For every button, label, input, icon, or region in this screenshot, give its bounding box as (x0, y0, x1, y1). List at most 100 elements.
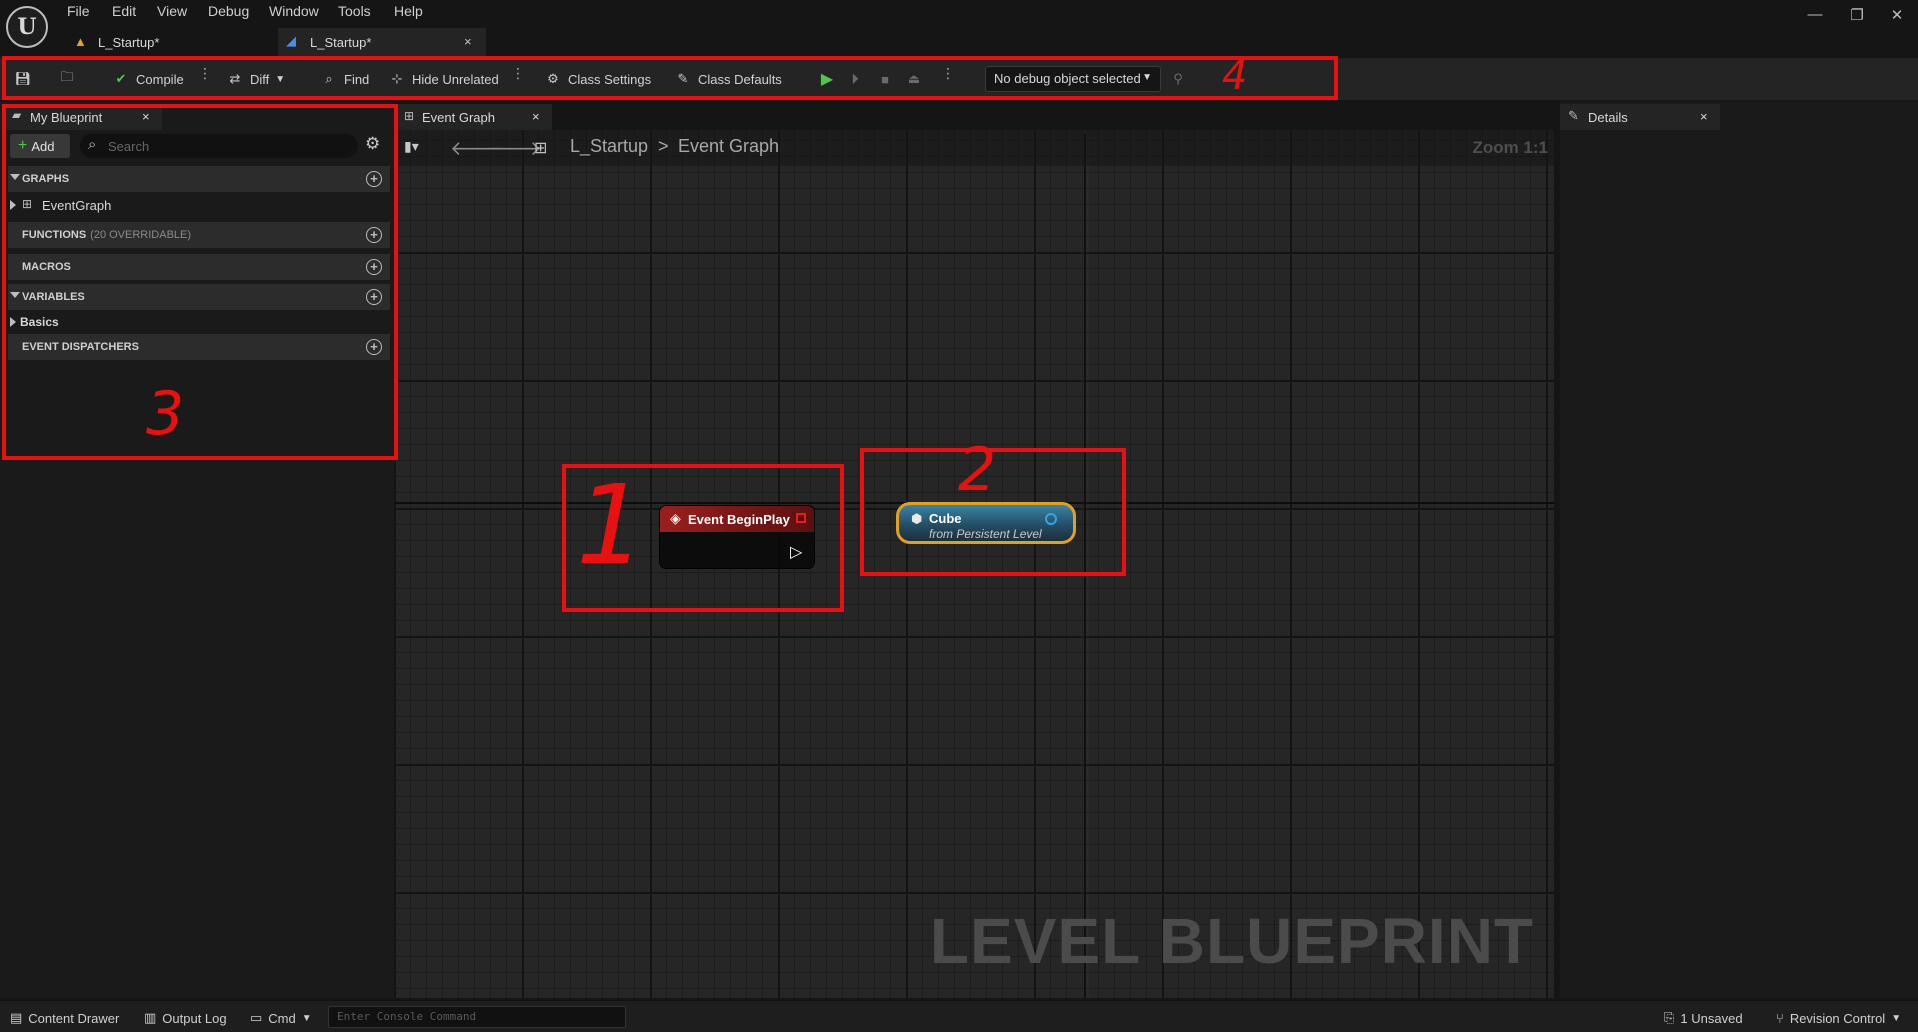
section-macros[interactable]: MACROS + (8, 254, 390, 280)
class-defaults-button[interactable]: ✎ Class Defaults (674, 68, 782, 90)
breadcrumb-leaf[interactable]: Event Graph (678, 136, 779, 157)
eject-button[interactable]: ⏏ (905, 68, 923, 90)
window-close-icon[interactable]: ✕ (1884, 6, 1910, 26)
save-button[interactable]: 💾︎ (14, 68, 32, 90)
delegate-pin-icon[interactable] (796, 513, 806, 523)
hide-unrelated-icon: ⊹ (391, 71, 403, 86)
settings-gear-icon[interactable]: ⚙ (365, 134, 380, 154)
add-macro-icon[interactable]: + (366, 259, 382, 275)
unreal-logo-icon[interactable]: U (6, 6, 48, 48)
event-graph-canvas[interactable]: LEVEL BLUEPRINT (394, 130, 1554, 998)
find-button[interactable]: ⌕ Find (320, 68, 369, 90)
class-settings-label: Class Settings (568, 71, 652, 87)
close-icon[interactable]: × (464, 34, 472, 49)
add-dispatcher-icon[interactable]: + (366, 339, 382, 355)
play-button[interactable]: ▶ (818, 68, 836, 90)
add-function-icon[interactable]: + (366, 227, 382, 243)
cube-reference-node[interactable]: ⬢ Cube from Persistent Level (896, 502, 1076, 544)
section-variables[interactable]: VARIABLES + (8, 284, 390, 310)
add-variable-icon[interactable]: + (366, 289, 382, 305)
menu-view[interactable]: View (157, 3, 187, 23)
tab-my-blueprint[interactable]: ▰ My Blueprint × (6, 104, 162, 130)
browse-button[interactable]: 🗀 (58, 68, 76, 90)
content-drawer-icon: ▤ (10, 1010, 23, 1025)
section-graphs[interactable]: GRAPHS + (8, 166, 390, 192)
restore-icon[interactable]: ❐ (1844, 6, 1870, 26)
add-button[interactable]: + Add (10, 134, 70, 158)
pencil-icon: ✎ (1568, 108, 1579, 123)
breadcrumb-root[interactable]: L_Startup (570, 136, 648, 157)
add-label: Add (31, 138, 55, 154)
content-drawer-button[interactable]: ▤ Content Drawer (10, 1009, 119, 1027)
console-command-input[interactable]: Enter Console Command (328, 1006, 626, 1028)
close-icon[interactable]: × (532, 109, 540, 124)
compile-button[interactable]: ✔ Compile (112, 68, 184, 90)
list-item-label: EventGraph (42, 197, 112, 213)
list-item-basics[interactable]: Basics (8, 312, 390, 332)
unsaved-button[interactable]: ⎘ 1 Unsaved (1664, 1009, 1743, 1027)
expand-caret-icon (10, 292, 20, 298)
debug-filter-button[interactable]: ⚲ (1169, 68, 1187, 90)
section-event-dispatchers[interactable]: EVENT DISPATCHERS + (8, 334, 390, 360)
event-beginplay-node[interactable]: ◈ Event BeginPlay ▷ (660, 506, 814, 568)
chevron-down-icon: ▼ (1891, 1012, 1902, 1024)
output-log-button[interactable]: ▥ Output Log (144, 1009, 227, 1027)
search-input[interactable]: ⌕ Search (80, 134, 358, 158)
my-blueprint-panel: ▰ My Blueprint × + Add ⌕ Search ⚙ GRAPHS… (0, 102, 394, 998)
level-blueprint-watermark: LEVEL BLUEPRINT (929, 905, 1534, 977)
section-label: GRAPHS (22, 173, 70, 185)
step-button[interactable]: ⏵ (846, 68, 864, 90)
status-bar: ▤ Content Drawer ▥ Output Log ▭ Cmd ▼ En… (0, 1000, 1918, 1032)
tab-label: L_Startup* (310, 34, 372, 50)
menu-help[interactable]: Help (394, 3, 423, 23)
graph-icon: ⊞ (22, 197, 33, 211)
menu-edit[interactable]: Edit (112, 3, 136, 23)
diff-button[interactable]: ⇄ Diff ▼ (226, 68, 286, 90)
compile-options-icon[interactable]: ⋮ (198, 66, 212, 88)
tab-label: My Blueprint (30, 109, 103, 125)
save-icon: 💾︎ (14, 71, 32, 86)
revision-control-button[interactable]: ⑂ Revision Control ▼ (1776, 1009, 1901, 1027)
zoom-level: Zoom 1:1 (1472, 138, 1548, 157)
browse-icon: 🗀 (60, 69, 74, 84)
menu-tools[interactable]: Tools (338, 3, 371, 23)
add-graph-icon[interactable]: + (366, 171, 382, 187)
section-functions[interactable]: FUNCTIONS (20 OVERRIDABLE) + (8, 222, 390, 248)
tab-level-blueprint[interactable]: ◢ L_Startup* × (278, 28, 486, 56)
minimize-icon[interactable]: — (1802, 6, 1828, 26)
search-placeholder: Search (108, 138, 150, 154)
level-icon: ▲ (74, 34, 87, 49)
bookmark-icon[interactable]: ▮▾ (404, 138, 419, 155)
list-item-label: Basics (20, 315, 59, 329)
output-log-label: Output Log (162, 1010, 227, 1026)
chevron-down-icon: ▼ (1142, 72, 1152, 83)
debug-object-select[interactable]: No debug object selected ▼ (985, 66, 1161, 92)
tab-details[interactable]: ✎ Details × (1560, 104, 1720, 130)
cmd-dropdown[interactable]: ▭ Cmd ▼ (250, 1009, 312, 1027)
menu-file[interactable]: File (67, 3, 90, 23)
class-settings-button[interactable]: ⚙ Class Settings (544, 68, 651, 90)
tab-level-startup[interactable]: ▲ L_Startup* (66, 28, 276, 56)
close-icon[interactable]: × (142, 109, 150, 124)
stop-button[interactable]: ■ (876, 68, 894, 90)
menu-window[interactable]: Window (269, 3, 319, 23)
tab-event-graph[interactable]: ⊞ Event Graph × (398, 104, 552, 130)
play-options-icon[interactable]: ⋮ (941, 66, 955, 88)
close-icon[interactable]: × (1700, 109, 1708, 124)
node-title: Event BeginPlay (688, 512, 790, 527)
node-title: Cube (929, 511, 962, 526)
diff-icon: ⇄ (229, 71, 241, 86)
chevron-down-icon: ▼ (275, 73, 286, 85)
list-item-eventgraph[interactable]: ⊞ EventGraph (8, 194, 390, 216)
play-icon: ▶ (820, 71, 834, 88)
object-pin-icon[interactable] (1045, 513, 1057, 525)
hide-unrelated-button[interactable]: ⊹ Hide Unrelated (388, 68, 499, 90)
hide-unrelated-options-icon[interactable]: ⋮ (511, 66, 525, 88)
debug-object-label: No debug object selected (994, 71, 1141, 86)
section-label: EVENT DISPATCHERS (22, 341, 139, 353)
compile-check-icon: ✔ (115, 71, 127, 86)
eject-icon: ⏏ (907, 71, 921, 86)
find-icon: ⌕ (325, 71, 333, 86)
exec-pin-icon[interactable]: ▷ (790, 542, 802, 562)
menu-debug[interactable]: Debug (208, 3, 249, 23)
